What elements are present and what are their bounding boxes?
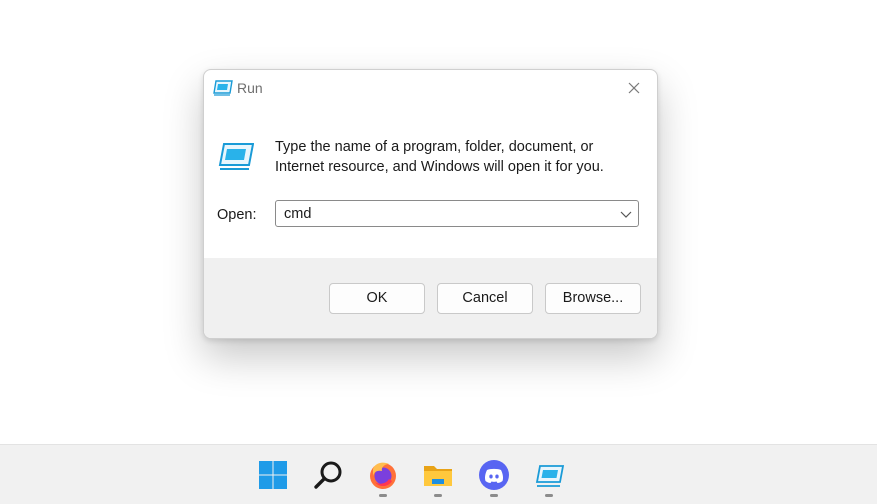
close-button[interactable]: [617, 74, 651, 102]
run-icon: [213, 80, 233, 96]
title-bar[interactable]: Run: [204, 70, 657, 106]
running-indicator: [490, 494, 498, 497]
running-indicator: [545, 494, 553, 497]
chevron-down-icon[interactable]: [620, 209, 632, 219]
cancel-button[interactable]: Cancel: [437, 283, 533, 314]
open-input[interactable]: cmd: [275, 200, 639, 227]
run-dialog: Run Type the name of a program, folder, …: [203, 69, 658, 339]
running-indicator: [434, 494, 442, 497]
open-input-value[interactable]: cmd: [284, 206, 311, 222]
run-icon: [218, 143, 254, 170]
close-icon: [628, 82, 640, 94]
dialog-title: Run: [237, 80, 263, 96]
folder-icon[interactable]: [422, 459, 454, 491]
ok-button[interactable]: OK: [329, 283, 425, 314]
taskbar: [0, 444, 877, 504]
windows-start-icon[interactable]: [257, 459, 289, 491]
run-icon[interactable]: [533, 459, 565, 491]
open-label: Open:: [217, 207, 257, 223]
dialog-description: Type the name of a program, folder, docu…: [275, 139, 604, 175]
browse-button[interactable]: Browse...: [545, 283, 641, 314]
running-indicator: [379, 494, 387, 497]
firefox-icon[interactable]: [367, 459, 399, 491]
search-icon[interactable]: [313, 459, 345, 491]
discord-icon[interactable]: [478, 459, 510, 491]
